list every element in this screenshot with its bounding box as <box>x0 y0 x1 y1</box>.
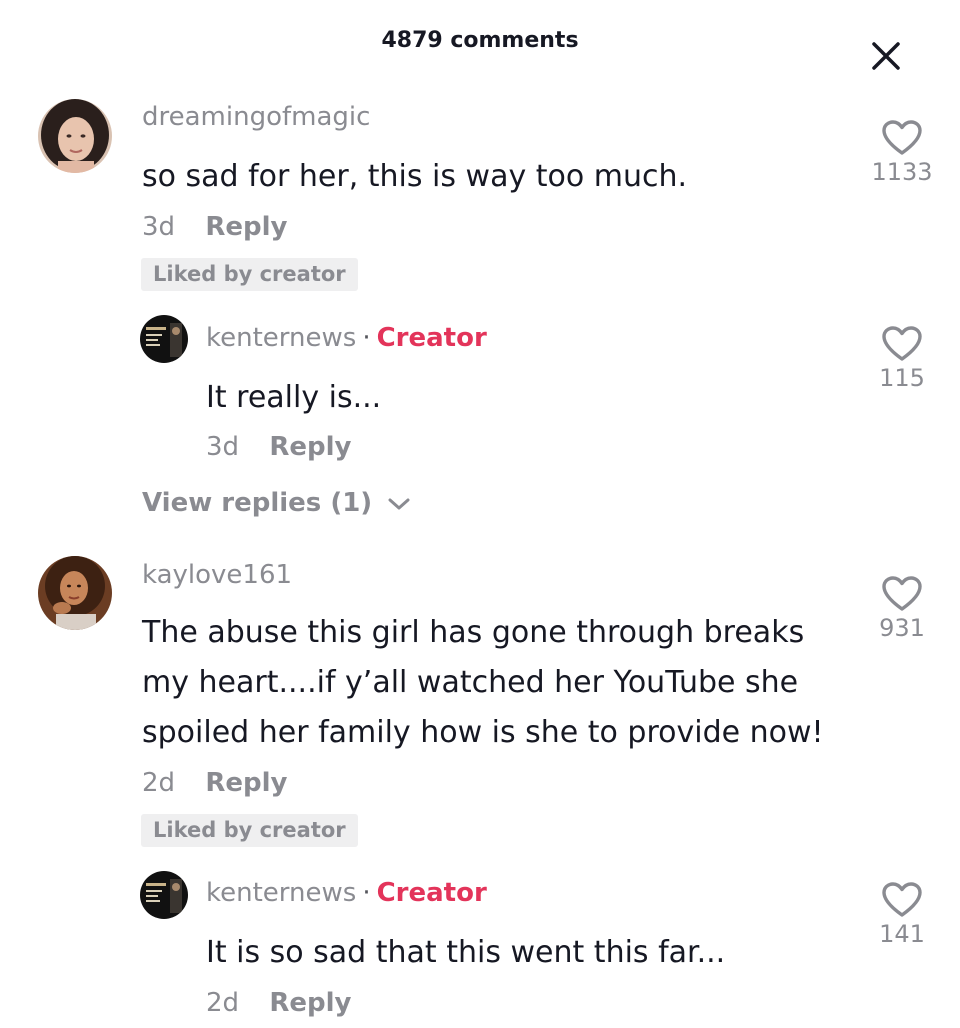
comment-text-line: spoiled her family how is she to provide… <box>142 715 824 750</box>
comment-age: 2d <box>142 768 176 798</box>
creator-tag: Creator <box>376 878 487 908</box>
reply-button[interactable]: Reply <box>269 988 351 1018</box>
avatar[interactable] <box>140 315 188 363</box>
avatar[interactable] <box>140 871 188 919</box>
reply-text: It really is... <box>206 380 382 415</box>
reply-button[interactable]: Reply <box>205 768 287 798</box>
comment-text-line: The abuse this girl has gone through bre… <box>142 615 805 650</box>
like-count: 931 <box>879 614 925 642</box>
avatar[interactable] <box>38 556 112 630</box>
like-button[interactable]: 931 <box>862 576 942 642</box>
like-button[interactable]: 141 <box>862 882 942 948</box>
heart-icon <box>882 120 922 155</box>
liked-by-creator-badge: Liked by creator <box>141 258 358 291</box>
like-count: 1133 <box>871 158 933 186</box>
heart-icon <box>882 326 922 361</box>
reply-age: 3d <box>206 432 240 462</box>
close-icon[interactable] <box>866 36 906 76</box>
reply-username-text[interactable]: kenternews <box>206 878 356 908</box>
comment-text-line: my heart....if y’all watched her YouTube… <box>142 665 799 700</box>
liked-by-creator-badge: Liked by creator <box>141 814 358 847</box>
like-button[interactable]: 115 <box>862 326 942 392</box>
chevron-down-icon <box>388 498 410 509</box>
comment-age: 3d <box>142 212 176 242</box>
reply-age: 2d <box>206 988 240 1018</box>
reply-text: It is so sad that this went this far... <box>206 935 726 970</box>
comment-meta: 2d Reply <box>142 768 287 798</box>
like-count: 141 <box>879 920 925 948</box>
reply-username: kenternews · Creator <box>206 323 487 353</box>
view-replies-label: View replies (1) <box>142 488 373 518</box>
reply-button[interactable]: Reply <box>269 432 351 462</box>
like-button[interactable]: 1133 <box>862 120 942 186</box>
separator-dot: · <box>362 878 371 908</box>
comment-meta: 3d Reply <box>142 212 287 242</box>
comment-username[interactable]: kaylove161 <box>142 560 292 590</box>
comments-sheet: 4879 comments dreamingofmagic so sad for… <box>0 0 960 1028</box>
separator-dot: · <box>362 323 371 353</box>
heart-icon <box>882 576 922 611</box>
reply-meta: 3d Reply <box>206 432 351 462</box>
reply-button[interactable]: Reply <box>205 212 287 242</box>
reply-username-text[interactable]: kenternews <box>206 323 356 353</box>
creator-tag: Creator <box>376 323 487 353</box>
comments-count-title: 4879 comments <box>381 28 579 53</box>
comment-username[interactable]: dreamingofmagic <box>142 102 370 132</box>
reply-meta: 2d Reply <box>206 988 351 1018</box>
avatar[interactable] <box>38 99 112 173</box>
like-count: 115 <box>879 364 925 392</box>
view-replies-button[interactable]: View replies (1) <box>142 488 411 518</box>
reply-username: kenternews · Creator <box>206 878 487 908</box>
heart-icon <box>882 882 922 917</box>
comment-text: so sad for her, this is way too much. <box>142 159 688 194</box>
